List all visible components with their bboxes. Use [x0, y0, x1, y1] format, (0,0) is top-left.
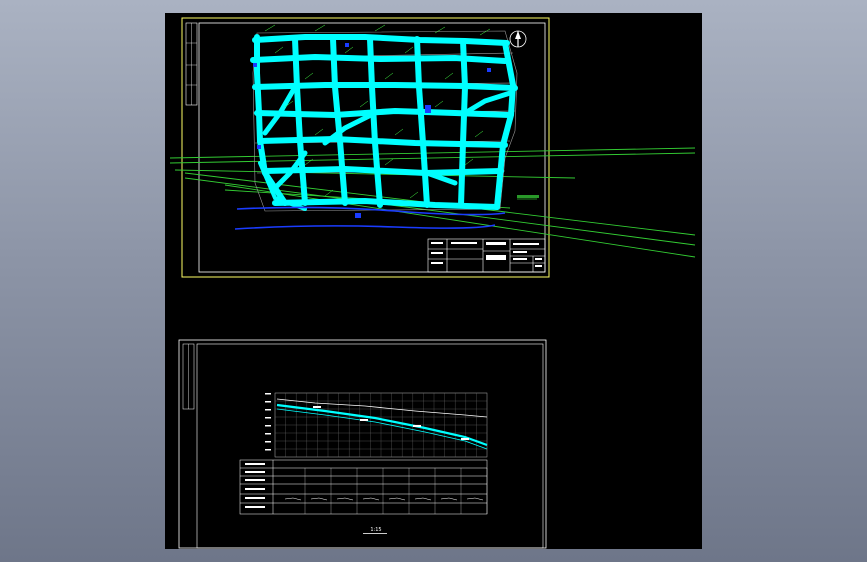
- drawing-sheet-plan: [169, 17, 696, 278]
- table-slope-mark: [466, 497, 484, 501]
- pipe-network: [250, 34, 518, 211]
- sheet2-inner-frame: [196, 343, 544, 549]
- annotation-text-block: [517, 195, 539, 198]
- profile-table-labels: [245, 463, 265, 508]
- table-slope-mark: [284, 497, 302, 501]
- table-slope-mark: [388, 497, 406, 501]
- profile-labels: [313, 406, 469, 440]
- table-slope-mark: [362, 497, 380, 501]
- profile-axis-ticks: [265, 393, 271, 451]
- table-slope-mark: [414, 497, 432, 501]
- drawing-sheet-profile: 1:15: [178, 339, 547, 549]
- north-arrow-icon: [509, 30, 527, 48]
- scale-caption: 1:15: [370, 527, 381, 533]
- sheet2-outer-frame: [178, 339, 547, 549]
- cad-model-viewport[interactable]: 1:15: [165, 13, 702, 549]
- table-slope-mark: [440, 497, 458, 501]
- table-slope-mark: [336, 497, 354, 501]
- scale-caption-underline: [363, 533, 387, 534]
- profile-lines: [276, 398, 488, 450]
- profile-data-table: [239, 459, 488, 515]
- table-slope-mark: [310, 497, 328, 501]
- profile-table-cells: [284, 468, 488, 514]
